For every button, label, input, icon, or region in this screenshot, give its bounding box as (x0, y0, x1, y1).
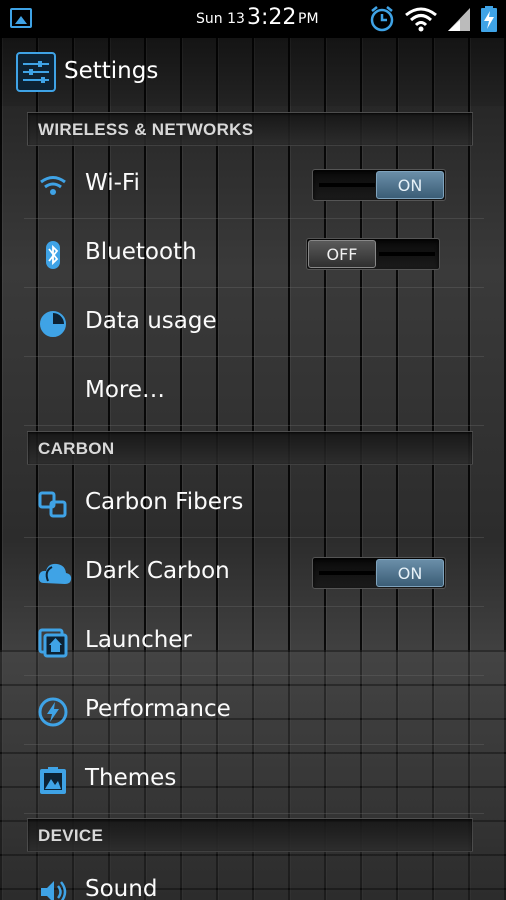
status-bar: Sun 13 3:22 PM (0, 0, 506, 38)
dark-carbon-toggle[interactable]: ON (312, 557, 446, 589)
status-date: Sun 13 (196, 11, 245, 27)
alarm-icon (368, 5, 396, 33)
home-icon (38, 628, 68, 658)
settings-sliders-icon[interactable] (16, 52, 56, 92)
themes-icon (38, 766, 68, 796)
settings-item-dark-carbon[interactable]: Dark Carbon ON (24, 539, 484, 607)
settings-item-sound[interactable]: Sound (24, 857, 484, 900)
battery-charging-icon (480, 5, 498, 33)
picture-icon (10, 8, 32, 28)
settings-item-label: Dark Carbon (85, 558, 230, 584)
settings-item-label: More… (85, 377, 166, 403)
toggle-thumb: ON (376, 171, 444, 199)
status-time: 3:22 (247, 5, 297, 30)
bluetooth-toggle[interactable]: OFF (306, 238, 440, 270)
signal-icon (446, 6, 472, 32)
cloud-icon (38, 559, 72, 589)
settings-item-label: Data usage (85, 308, 217, 334)
settings-item-label: Launcher (85, 627, 192, 653)
section-header-device: DEVICE (27, 818, 473, 852)
toggle-thumb: OFF (308, 240, 376, 268)
wifi-icon (404, 6, 438, 32)
section-header-wireless: WIRELESS & NETWORKS (27, 112, 473, 146)
action-bar: Settings (0, 38, 506, 106)
settings-item-carbon-fibers[interactable]: Carbon Fibers (24, 470, 484, 538)
settings-item-label: Wi-Fi (85, 170, 140, 196)
page-title: Settings (64, 58, 159, 84)
settings-item-label: Bluetooth (85, 239, 197, 265)
settings-item-label: Carbon Fibers (85, 489, 244, 515)
toggle-thumb: ON (376, 559, 444, 587)
settings-item-label: Themes (85, 765, 177, 791)
settings-item-launcher[interactable]: Launcher (24, 608, 484, 676)
bluetooth-icon (38, 240, 68, 270)
pie-chart-icon (38, 309, 68, 339)
carbon-fibers-icon (38, 490, 68, 520)
wifi-icon (38, 171, 68, 201)
settings-item-more[interactable]: More… (24, 358, 484, 426)
settings-item-data-usage[interactable]: Data usage (24, 289, 484, 357)
wifi-toggle[interactable]: ON (312, 169, 446, 201)
lightning-icon (38, 697, 68, 727)
settings-item-bluetooth[interactable]: Bluetooth OFF (24, 220, 484, 288)
settings-item-label: Performance (85, 696, 231, 722)
settings-item-performance[interactable]: Performance (24, 677, 484, 745)
section-header-carbon: CARBON (27, 431, 473, 465)
settings-item-wifi[interactable]: Wi-Fi ON (24, 151, 484, 219)
speaker-icon (38, 877, 68, 900)
status-ampm: PM (298, 11, 319, 27)
settings-item-label: Sound (85, 876, 158, 900)
settings-item-themes[interactable]: Themes (24, 746, 484, 814)
